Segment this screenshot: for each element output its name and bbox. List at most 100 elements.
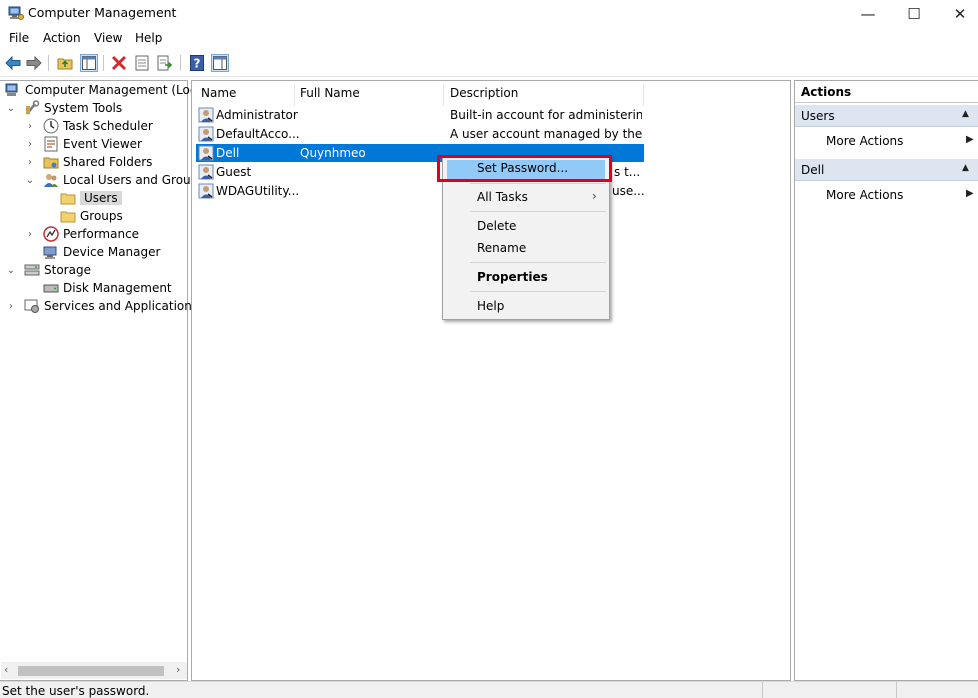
actions-section-users[interactable]: Users [795,105,978,127]
column-header-full-name[interactable]: Full Name [300,86,360,100]
delete-x-icon [111,55,127,71]
cell-name: Guest [216,165,252,179]
scrollbar-thumb[interactable] [18,666,164,676]
more-actions-dell[interactable]: More Actions [826,188,903,202]
forward-arrow-icon [26,56,42,70]
help-icon: ? [190,55,204,71]
column-header-description[interactable]: Description [450,86,518,100]
cell-full-name: Quynhmeo [300,146,366,160]
tree-node-shared-folders[interactable]: Shared Folders [43,153,152,171]
menu-separator [470,211,606,212]
close-button[interactable]: ✕ [937,0,978,28]
menu-item-rename[interactable]: Rename [477,241,526,255]
tree-node-device-manager[interactable]: Device Manager [43,243,160,261]
computer-management-icon [8,6,24,20]
show-hide-console-tree-button[interactable] [80,54,98,72]
back-button[interactable] [4,54,22,72]
chevron-right-icon[interactable]: › [25,225,35,243]
disk-icon [43,284,59,293]
tree-node-task-scheduler[interactable]: Task Scheduler [43,117,153,135]
up-level-button[interactable] [56,54,74,72]
folder-icon [60,193,76,205]
menu-view[interactable]: View [94,31,122,45]
menu-item-properties[interactable]: Properties [477,270,548,284]
tree-label: Computer Management (Local [25,83,208,97]
tree-node-disk-management[interactable]: Disk Management [43,279,172,297]
tree-label: Users [80,191,122,205]
column-header-name[interactable]: Name [201,86,236,100]
chevron-down-icon[interactable]: ⌄ [6,99,16,117]
status-divider [896,682,897,698]
scroll-left-icon[interactable]: ‹ [4,663,8,676]
user-icon [198,126,214,142]
highlight-callout-box [437,155,612,182]
chevron-right-icon[interactable]: › [25,117,35,135]
cell-description: Built-in account for administering... [450,108,642,122]
submenu-arrow-icon: ▶ [966,188,974,199]
computer-management-icon [5,83,18,96]
user-icon [198,145,214,161]
toolbar-separator [180,55,181,71]
delete-button[interactable] [110,54,128,72]
more-actions-users[interactable]: More Actions [826,134,903,148]
user-icon [198,164,214,180]
menu-separator [470,183,606,184]
column-divider[interactable] [294,84,295,106]
column-divider[interactable] [443,84,444,106]
menu-action[interactable]: Action [43,31,81,45]
menu-item-delete[interactable]: Delete [477,219,516,233]
tree-node-system-tools[interactable]: System Tools [24,99,122,117]
tree-label: Disk Management [63,281,172,295]
chevron-right-icon[interactable]: › [25,135,35,153]
tree-node-root[interactable]: Computer Management (Local [5,81,207,99]
chevron-right-icon[interactable]: › [6,297,16,315]
back-arrow-icon [5,56,21,70]
scroll-right-icon[interactable]: › [176,663,180,676]
tree-label: Storage [44,263,91,277]
tree-node-storage[interactable]: Storage [24,261,91,279]
cell-name: Administrator [216,108,298,122]
users-group-icon [44,174,58,187]
device-manager-icon [43,246,57,259]
svg-text:?: ? [194,57,201,71]
event-viewer-icon [44,136,58,152]
chevron-down-icon[interactable]: ⌄ [25,171,35,189]
menu-file[interactable]: File [9,31,29,45]
actions-section-dell[interactable]: Dell [795,159,978,181]
menu-help[interactable]: Help [135,31,162,45]
minimize-button[interactable]: — [845,0,891,28]
tree-node-local-users-groups[interactable]: Local Users and Groups [43,171,205,189]
forward-button[interactable] [25,54,43,72]
collapse-up-icon[interactable]: ▲ [962,163,969,173]
properties-button[interactable] [133,54,151,72]
chevron-down-icon[interactable]: ⌄ [6,261,16,279]
tree-node-users[interactable]: Users [60,189,122,207]
tree-node-groups[interactable]: Groups [60,207,123,225]
tree-label: System Tools [44,101,123,115]
chevron-right-icon[interactable]: › [25,153,35,171]
tree-label: Device Manager [63,245,161,259]
folder-up-icon [57,58,73,70]
toolbar-separator [48,55,49,71]
tree-node-performance[interactable]: Performance [43,225,139,243]
collapse-up-icon[interactable]: ▲ [962,109,969,119]
action-pane-icon [213,56,227,70]
show-hide-action-pane-button[interactable] [211,54,229,72]
storage-icon [24,264,40,276]
cell-description: A user account managed by the s... [450,127,642,141]
menu-separator [470,291,606,292]
tree-node-services-apps[interactable]: Services and Applications [24,297,198,315]
cell-description: s t... [614,165,641,179]
shared-folder-icon [43,157,59,169]
window-title: Computer Management [28,5,177,20]
menu-item-all-tasks[interactable]: All Tasks [477,190,528,204]
export-list-button[interactable] [156,54,174,72]
help-button[interactable]: ? [188,54,206,72]
column-divider[interactable] [643,84,644,106]
tree-label: Task Scheduler [63,119,153,133]
services-icon [24,299,39,313]
tree-label: Local Users and Groups [63,173,205,187]
tree-node-event-viewer[interactable]: Event Viewer [43,135,142,153]
menu-item-help[interactable]: Help [477,299,504,313]
maximize-button[interactable]: ☐ [891,0,937,28]
